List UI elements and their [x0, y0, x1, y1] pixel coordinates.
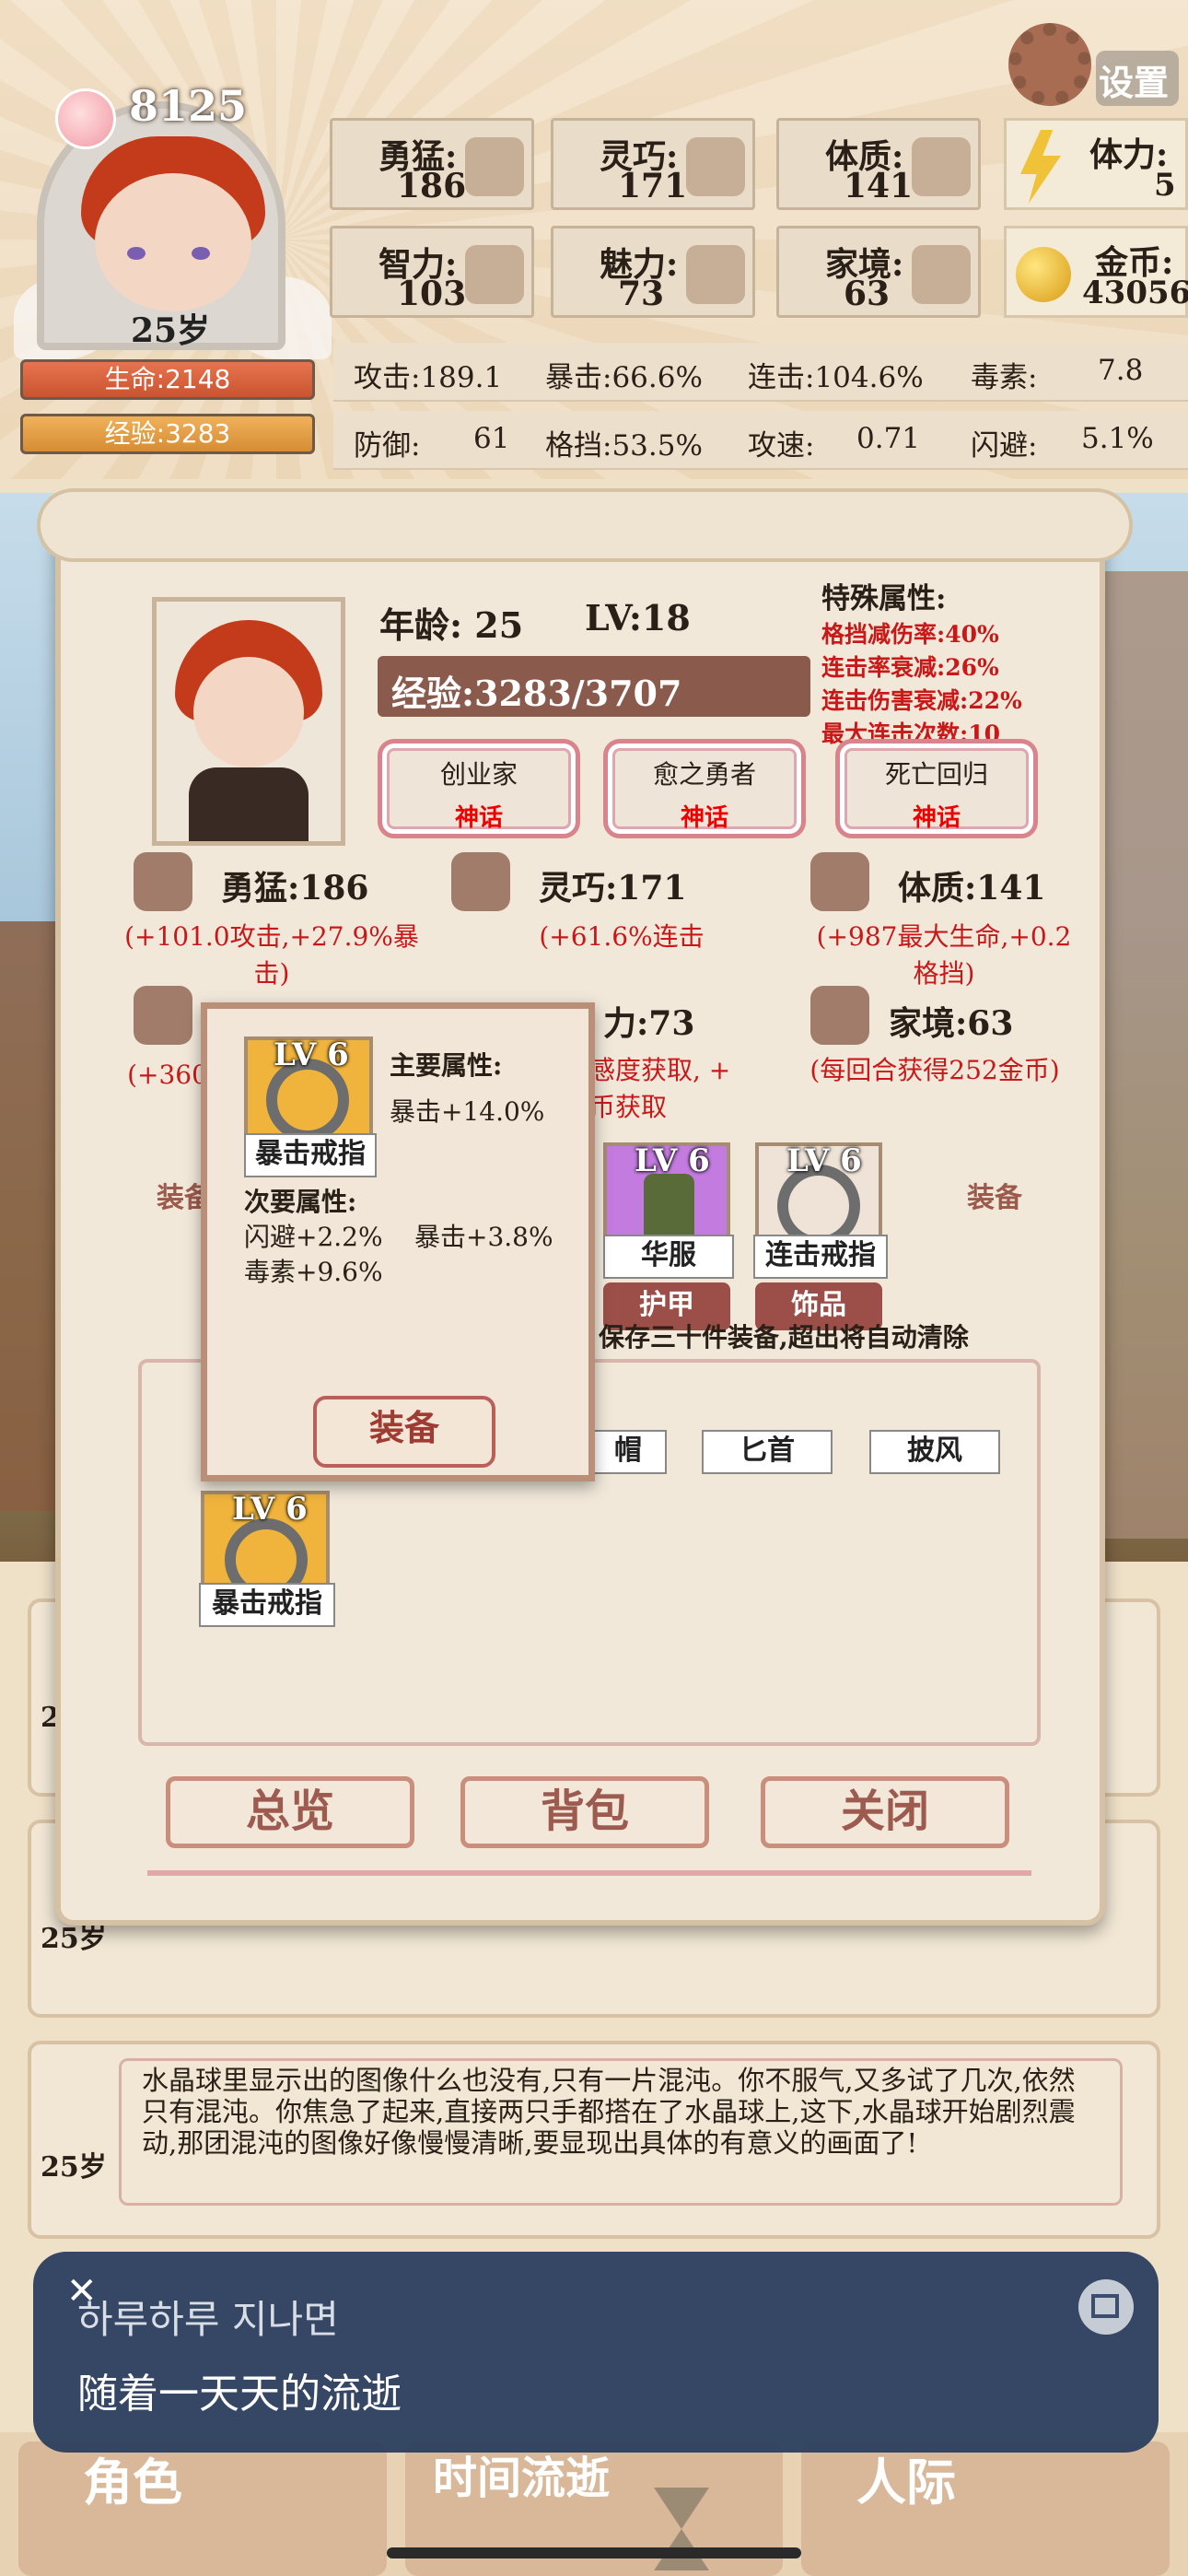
stat-intelligence[interactable]: 智力: 103	[330, 226, 534, 318]
stat-constitution[interactable]: 体质: 141	[776, 118, 981, 210]
age-text: 年龄: 25	[379, 604, 524, 646]
brain-icon	[465, 245, 524, 304]
scroll-roll-decoration	[37, 488, 1133, 562]
fist-icon	[465, 137, 524, 196]
caption-source-line: 하루하루 지나면	[77, 2297, 339, 2342]
stat-gold[interactable]: 金币: 43056	[1004, 226, 1188, 318]
talent-card[interactable]: 创业家 神话	[378, 739, 580, 838]
expand-caption-icon[interactable]	[1078, 2279, 1134, 2335]
overview-button[interactable]: 总览	[166, 1776, 414, 1848]
age-label: 25岁	[130, 311, 211, 350]
tooltip-main-title: 主要属性:	[390, 1050, 503, 1081]
nav-character[interactable]: 角色	[18, 2441, 387, 2576]
attr-courage-desc: (+101.0攻击,+27.9%暴击)	[124, 921, 419, 989]
close-button[interactable]: 关闭	[761, 1776, 1009, 1848]
attr-family-desc: (每回合获得252金币)	[809, 1055, 1060, 1085]
talent-card[interactable]: 死亡回归 神话	[835, 739, 1038, 838]
live-caption-overlay[interactable]: ✕ 하루하루 지나면 随着一天天的流逝	[33, 2252, 1159, 2453]
derived-stats-row-2: 防御: 61 格挡:53.5% 攻速: 0.71 闪避: 5.1%	[333, 411, 1188, 470]
hp-bar: 生命:2148	[20, 359, 315, 400]
settings-label: 设置	[1099, 62, 1170, 103]
avatar-face	[95, 173, 251, 311]
gold-coin-icon	[1016, 247, 1071, 302]
lightning-icon	[1020, 130, 1061, 204]
attr-intelligence-desc: (+360	[127, 1060, 208, 1090]
attr-constitution: 体质:141	[898, 869, 1046, 907]
storage-note: 保存三十件装备,超出将自动清除	[599, 1322, 969, 1352]
attr-constitution-desc: (+987最大生命,+0.2格挡)	[816, 921, 1072, 989]
equip-slot-armor-name: 华服	[603, 1235, 734, 1279]
tooltip-sub-stat: 闪避+2.2%	[244, 1222, 383, 1252]
equip-slot-accessory-name: 连击戒指	[753, 1235, 888, 1279]
special-attributes: 特殊属性: 格挡减伤率:40% 连击率衰减:26% 连击伤害衰减:22% 最大连…	[821, 582, 1022, 747]
spirit-orb-icon	[55, 88, 116, 149]
attr-agility: 灵巧:171	[539, 869, 687, 907]
bag-item-cloak[interactable]: 披风	[869, 1430, 1000, 1474]
stat-stamina[interactable]: 体力: 5	[1004, 118, 1188, 210]
tooltip-sub-stat: 毒素+9.6%	[244, 1257, 383, 1287]
attr-family: 家境:63	[889, 1004, 1014, 1043]
log-card[interactable]: 25岁 水晶球里显示出的图像什么也没有,只有一片混沌。你不服气,又多试了几次,依…	[28, 2041, 1160, 2239]
bag-item-crit-ring-name: 暴击戒指	[199, 1583, 335, 1627]
nav-social[interactable]: 人际	[801, 2441, 1170, 2576]
panel-bottom-ribbon	[147, 1870, 1031, 1876]
brain-icon	[134, 986, 192, 1045]
bag-item-hat[interactable]: 帽	[589, 1430, 667, 1474]
attr-charm-desc: 感度获取, + 币获取	[589, 1055, 731, 1122]
spirit-orb-value: 8125	[129, 81, 248, 131]
stat-agility[interactable]: 灵巧: 171	[551, 118, 755, 210]
log-entry-text: 水晶球里显示出的图像什么也没有,只有一片混沌。你不服气,又多试了几次,依然只有混…	[142, 2065, 1076, 2159]
derived-stats-row-1: 攻击:189.1 暴击:66.6% 连击:104.6% 毒素: 7.8	[333, 343, 1188, 402]
stat-courage[interactable]: 勇猛: 186	[330, 118, 534, 210]
flower-icon	[686, 245, 745, 304]
avatar-eye	[127, 247, 146, 260]
settings-button[interactable]: 设置	[1008, 23, 1179, 124]
stat-charm[interactable]: 魅力: 73	[551, 226, 755, 318]
bag-item-dagger[interactable]: 匕首	[702, 1430, 833, 1474]
attr-charm: 力:73	[603, 1004, 695, 1043]
attr-agility-desc: (+61.6%连击	[539, 921, 705, 952]
muscle-arm-icon	[912, 137, 971, 196]
equip-label-right: 装备	[967, 1182, 1022, 1214]
fist-icon	[134, 852, 192, 911]
tooltip-sub-stat: 暴击+3.8%	[414, 1222, 553, 1252]
tooltip-sub-title: 次要属性:	[244, 1187, 357, 1217]
tooltip-item-name: 暴击戒指	[244, 1133, 377, 1177]
exp-bar: 经验:3283	[20, 414, 315, 454]
avatar-eye	[192, 247, 210, 260]
stat-family[interactable]: 家境: 63	[776, 226, 981, 318]
coin-stack-icon	[912, 245, 971, 304]
exp-progress-text: 经验:3283/3707	[391, 673, 682, 714]
bag-button[interactable]: 背包	[460, 1776, 709, 1848]
gear-icon	[1008, 23, 1091, 106]
attr-courage: 勇猛:186	[221, 869, 369, 907]
talent-card[interactable]: 愈之勇者 神话	[603, 739, 806, 838]
coin-stack-icon	[810, 986, 869, 1045]
tooltip-equip-button[interactable]: 装备	[313, 1396, 495, 1468]
home-indicator	[387, 2547, 801, 2558]
muscle-arm-icon	[810, 852, 869, 911]
caption-translated-line: 随着一天天的流逝	[77, 2371, 402, 2418]
cloak-icon	[686, 137, 745, 196]
level-text: LV:18	[585, 597, 691, 638]
tooltip-main-stat: 暴击+14.0%	[390, 1096, 545, 1127]
character-portrait	[152, 597, 345, 846]
cloak-icon	[451, 852, 510, 911]
